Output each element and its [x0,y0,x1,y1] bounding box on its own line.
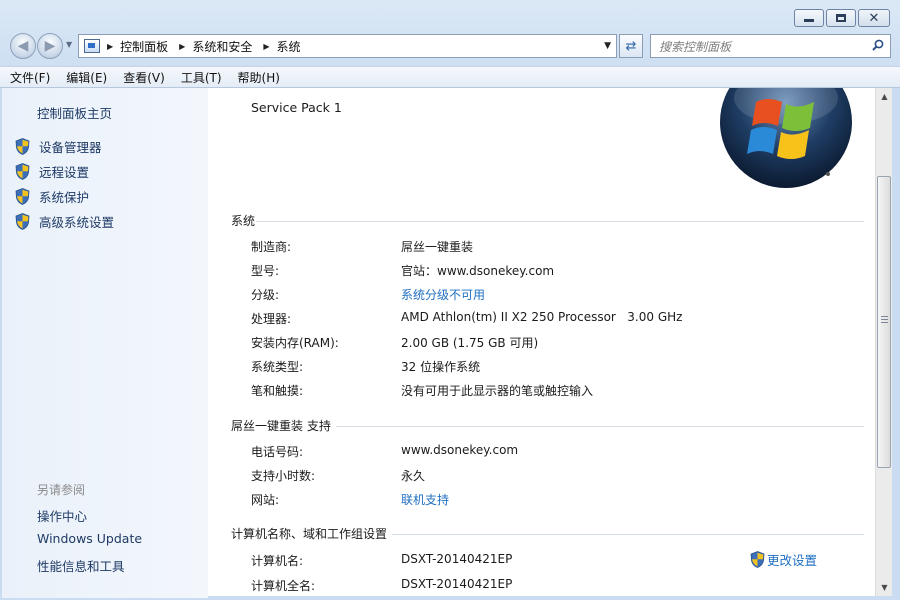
service-pack-text: Service Pack 1 [251,100,342,115]
menu-bar: 文件(F) 编辑(E) 查看(V) 工具(T) 帮助(H) [0,66,900,88]
sidebar-link-performance-tools[interactable]: 性能信息和工具 [37,556,125,575]
processor-label: 处理器: [251,312,292,326]
uac-shield-icon [15,163,30,180]
menu-edit[interactable]: 编辑(E) [66,69,107,86]
maximize-icon [836,14,846,22]
computer-section-title: 计算机名称、域和工作组设置 [231,527,388,541]
sidebar-item-label: 高级系统设置 [39,215,115,230]
scroll-thumb[interactable] [877,176,891,468]
sidebar: 控制面板主页 设备管理器 远程设置 系统保护 高级系统设置 另请参阅 操作中心 … [2,88,208,598]
support-hours-label: 支持小时数: [251,469,316,483]
grip-icon [881,316,888,325]
window-frame: ✕ ◀ ▶ ▼ ▶ 控制面板 ▶ 系统和安全 ▶ 系统 ▼ ⇄ 搜索控制面板 文… [0,0,900,600]
rating-label: 分级: [251,288,280,302]
menu-view[interactable]: 查看(V) [123,69,165,86]
refresh-icon: ⇄ [625,38,637,54]
sidebar-item-label: 设备管理器 [39,140,102,155]
vertical-scrollbar[interactable]: ▲ ▼ [875,88,892,596]
phone-value: www.dsonekey.com [401,443,519,457]
navigation-bar: ◀ ▶ ▼ ▶ 控制面板 ▶ 系统和安全 ▶ 系统 ▼ ⇄ 搜索控制面板 [0,30,900,62]
scroll-up-button[interactable]: ▲ [876,88,893,105]
pen-touch-value: 没有可用于此显示器的笔或触控输入 [401,384,594,398]
rating-link[interactable]: 系统分级不可用 [401,286,485,303]
menu-help[interactable]: 帮助(H) [238,69,280,86]
chevron-right-icon[interactable]: ▶ [107,42,113,51]
sidebar-item-advanced-settings[interactable]: 高级系统设置 [15,212,114,231]
breadcrumb-control-panel[interactable]: 控制面板 [120,38,168,55]
online-support-link[interactable]: 联机支持 [401,491,449,508]
breadcrumb-system-security[interactable]: 系统和安全 [192,38,252,55]
full-computer-name-value: DSXT-20140421EP [401,577,513,591]
chevron-right-icon[interactable]: ▶ [179,42,185,51]
uac-shield-icon [15,188,30,205]
sidebar-link-action-center[interactable]: 操作中心 [37,506,87,525]
uac-shield-icon [750,551,765,568]
sidebar-item-device-manager[interactable]: 设备管理器 [15,137,102,156]
change-settings-label: 更改设置 [767,553,818,568]
minimize-button[interactable] [794,9,824,27]
system-type-value: 32 位操作系统 [401,360,481,374]
section-divider [392,534,864,535]
back-button[interactable]: ◀ [10,33,36,59]
manufacturer-value: 屌丝一键重装 [401,240,474,254]
title-bar: ✕ [0,0,900,30]
ram-value: 2.00 GB (1.75 GB 可用) [401,336,539,350]
sidebar-item-system-protection[interactable]: 系统保护 [15,187,89,206]
menu-tools[interactable]: 工具(T) [181,69,222,86]
section-divider [256,221,864,222]
phone-label: 电话号码: [251,445,304,459]
breadcrumb-system[interactable]: 系统 [277,38,301,55]
change-settings-link[interactable]: 更改设置 [750,550,817,569]
control-panel-icon [84,39,100,53]
website-label: 网站: [251,493,280,507]
maximize-button[interactable] [826,9,856,27]
arrow-up-icon: ▲ [881,92,888,101]
close-button[interactable]: ✕ [858,9,890,27]
ram-label: 安装内存(RAM): [251,336,339,350]
computer-name-label: 计算机名: [251,554,304,568]
support-section-title: 屌丝一键重装 支持 [231,419,331,433]
main-content: Service Pack 1 系统 制造商: 屌丝一键重装 型号: 官站：www… [208,88,875,596]
address-dropdown-icon[interactable]: ▼ [604,41,611,51]
see-also-heading: 另请参阅 [37,483,86,497]
manufacturer-label: 制造商: [251,240,292,254]
uac-shield-icon [15,213,30,230]
computer-name-value: DSXT-20140421EP [401,552,513,566]
arrow-down-icon: ▼ [881,583,888,592]
sidebar-home-link[interactable]: 控制面板主页 [37,103,112,122]
sidebar-item-label: 系统保护 [39,190,90,205]
sidebar-item-remote-settings[interactable]: 远程设置 [15,162,89,181]
forward-arrow-icon: ▶ [44,38,56,54]
model-label: 型号: [251,264,280,278]
address-bar[interactable]: ▶ 控制面板 ▶ 系统和安全 ▶ 系统 ▼ [78,34,617,58]
scroll-down-button[interactable]: ▼ [876,579,893,596]
back-arrow-icon: ◀ [17,38,29,54]
support-hours-value: 永久 [401,469,426,483]
uac-shield-icon [15,138,30,155]
forward-button[interactable]: ▶ [37,33,63,59]
close-icon: ✕ [868,10,880,26]
windows-logo [720,88,852,188]
pen-touch-label: 笔和触摸: [251,384,304,398]
minimize-icon [804,19,814,22]
refresh-button[interactable]: ⇄ [619,34,643,58]
search-placeholder: 搜索控制面板 [659,39,732,54]
menu-file[interactable]: 文件(F) [10,69,50,86]
system-section-title: 系统 [231,214,256,228]
search-input[interactable]: 搜索控制面板 [650,34,891,58]
search-icon[interactable] [872,39,884,51]
sidebar-item-label: 远程设置 [39,165,90,180]
system-type-label: 系统类型: [251,360,304,374]
section-divider [336,426,864,427]
chevron-right-icon[interactable]: ▶ [263,42,269,51]
recent-pages-dropdown[interactable]: ▼ [66,40,72,49]
sidebar-link-windows-update[interactable]: Windows Update [37,531,142,546]
model-value: 官站：www.dsonekey.com [401,264,555,278]
processor-value: AMD Athlon(tm) II X2 250 Processor 3.00 … [401,310,683,324]
full-computer-name-label: 计算机全名: [251,579,316,593]
